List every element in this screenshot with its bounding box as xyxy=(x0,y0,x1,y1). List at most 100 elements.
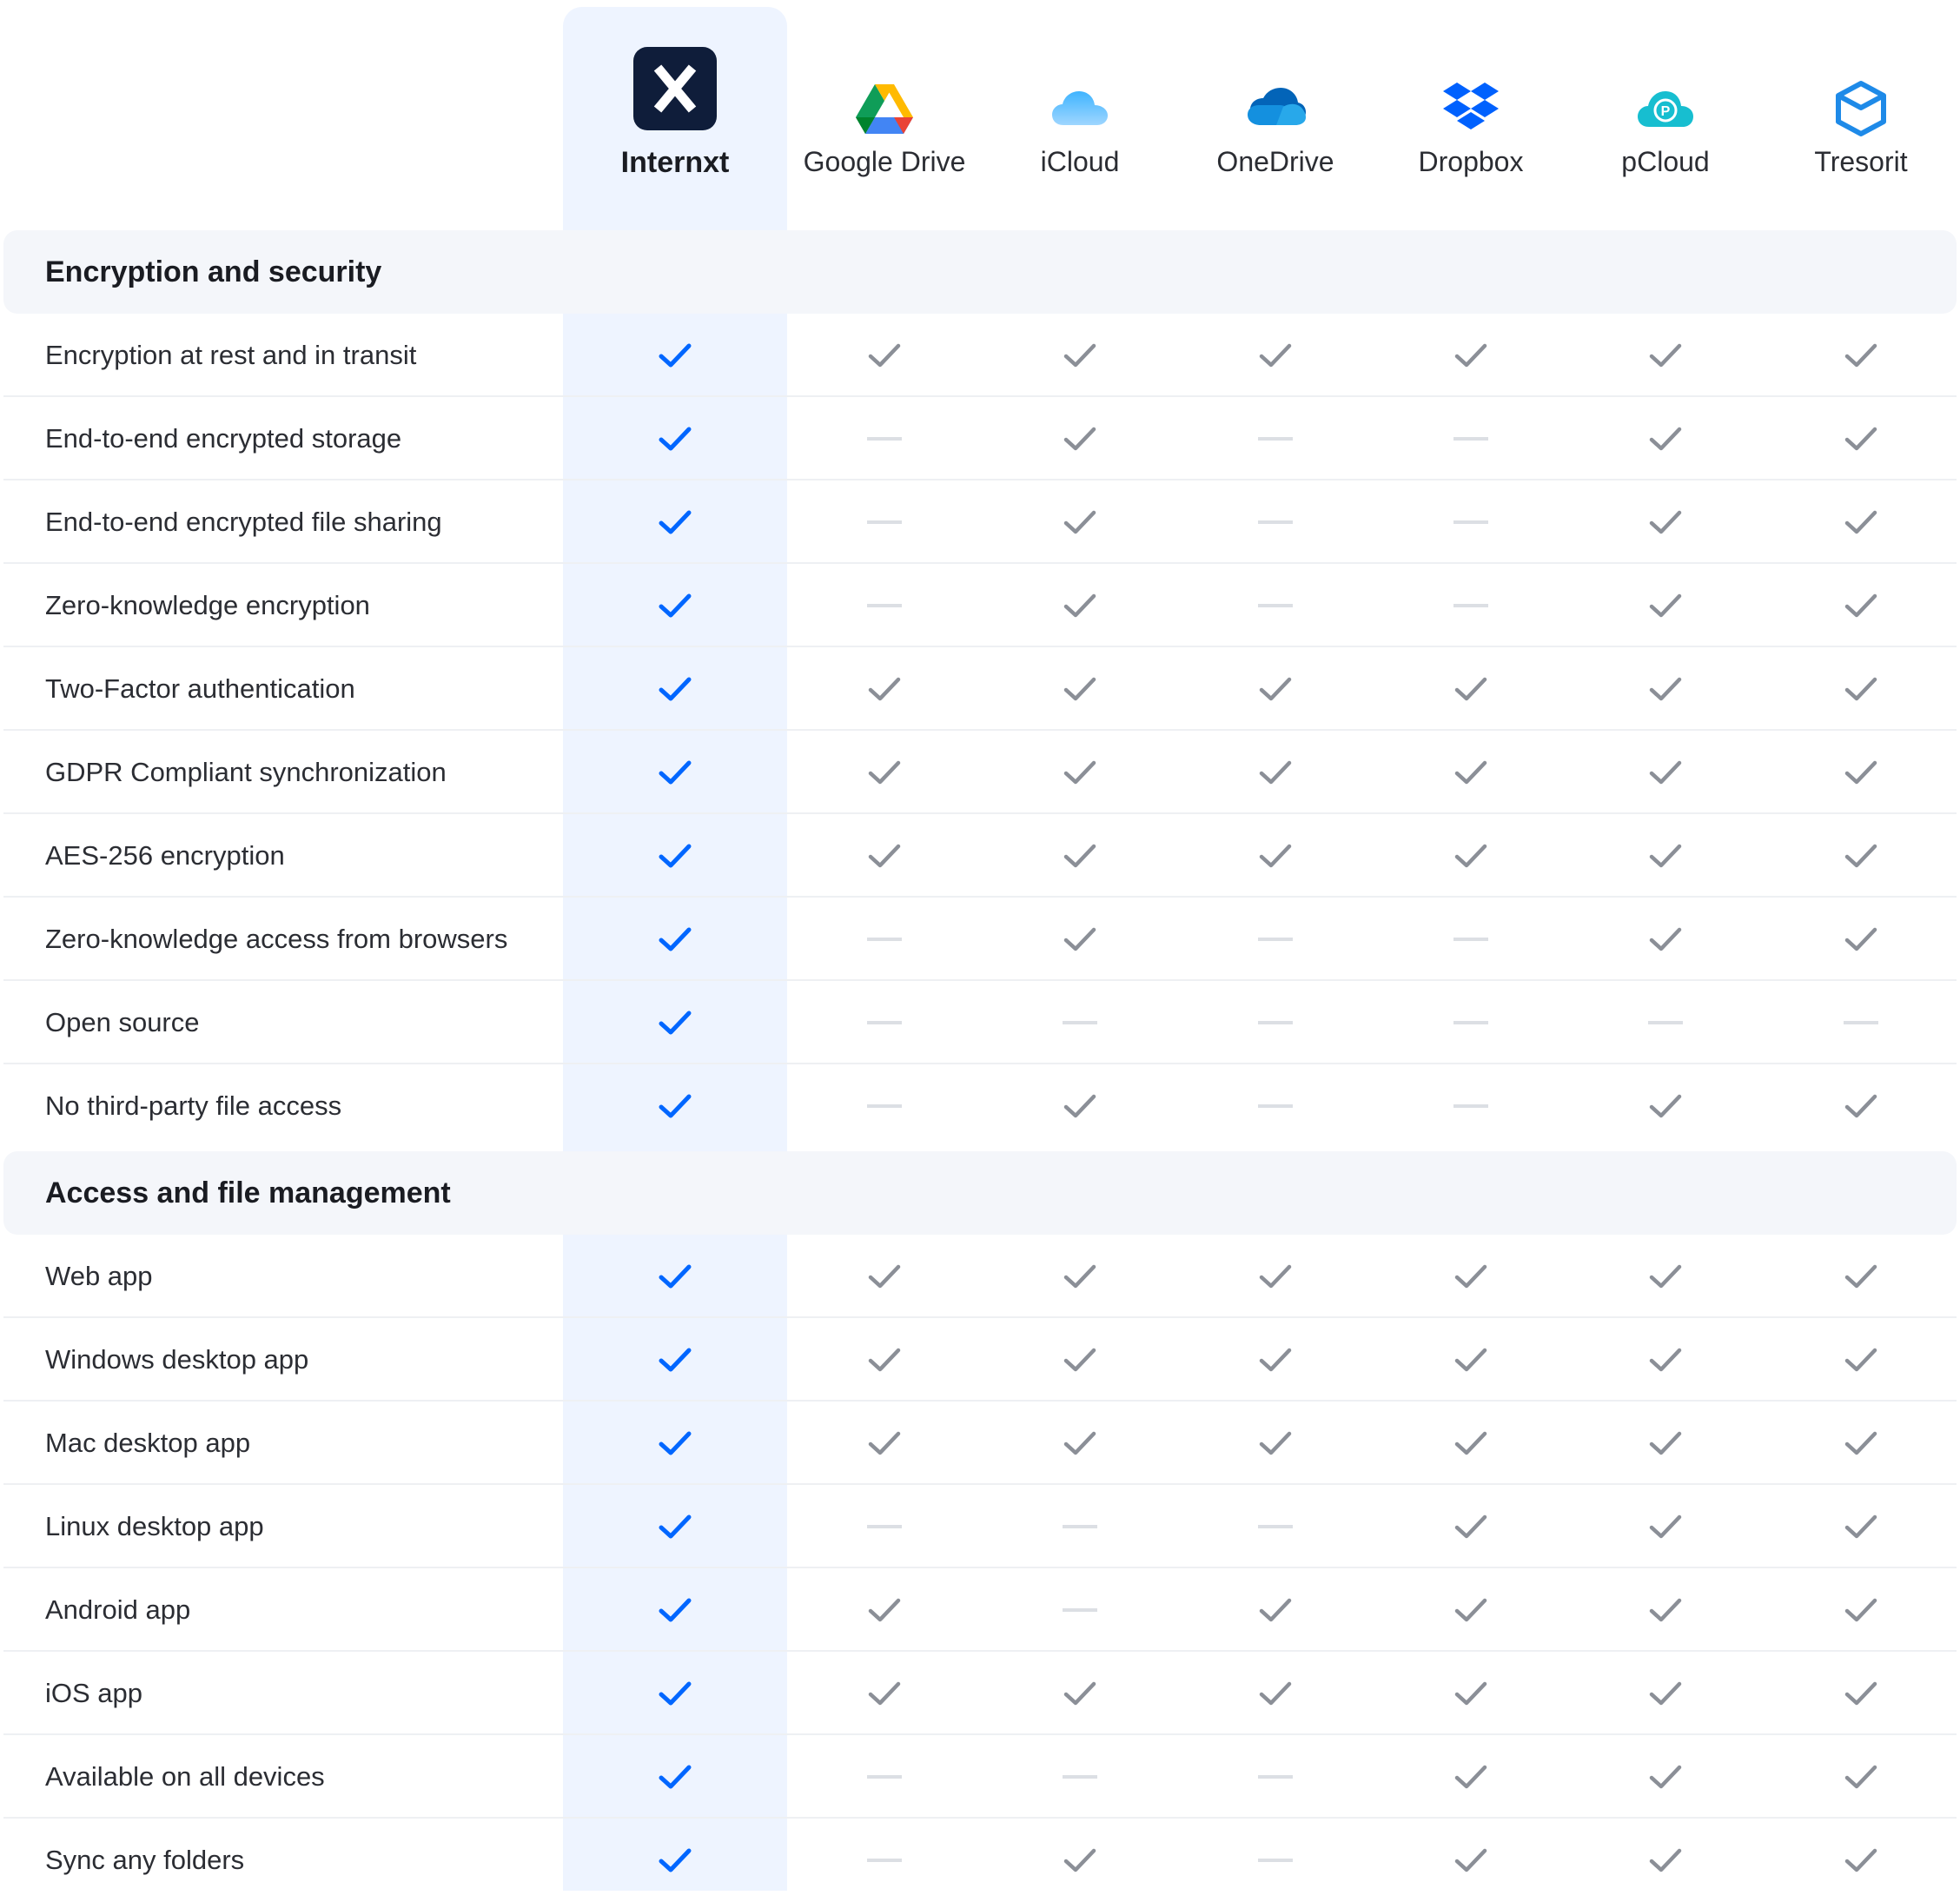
check-icon xyxy=(1063,588,1097,623)
table-row: Android app xyxy=(3,1568,1957,1652)
check-icon xyxy=(1453,1509,1488,1544)
check-icon xyxy=(1453,1259,1488,1294)
dash-icon xyxy=(1258,1089,1293,1123)
feature-label: Open source xyxy=(45,1007,200,1037)
check-icon xyxy=(1258,672,1293,706)
check-icon xyxy=(1063,1676,1097,1711)
check-icon xyxy=(1648,1426,1683,1461)
table-row: Zero-knowledge encryption xyxy=(3,564,1957,647)
dash-icon xyxy=(1258,1005,1293,1040)
check-icon xyxy=(1063,922,1097,957)
check-icon xyxy=(1453,672,1488,706)
section-header-access-and-file-management: Access and file management xyxy=(3,1151,1957,1235)
comparison-table: Internxt Google Drive iCloud OneDrive Dropbo… xyxy=(0,0,1960,1891)
check-icon xyxy=(1648,755,1683,790)
check-icon xyxy=(1063,1259,1097,1294)
feature-label: Web app xyxy=(45,1261,153,1291)
table-row: Windows desktop app xyxy=(3,1318,1957,1402)
table-row: Mac desktop app xyxy=(3,1402,1957,1485)
check-icon xyxy=(658,1342,692,1377)
check-icon xyxy=(658,1760,692,1794)
feature-label: Two-Factor authentication xyxy=(45,673,355,704)
check-icon xyxy=(658,1426,692,1461)
dash-icon xyxy=(1258,1760,1293,1794)
feature-label: Zero-knowledge encryption xyxy=(45,590,370,620)
check-icon xyxy=(867,1342,902,1377)
check-icon xyxy=(867,755,902,790)
check-icon xyxy=(1063,672,1097,706)
check-icon xyxy=(1453,1760,1488,1794)
check-icon xyxy=(1844,1509,1878,1544)
dash-icon xyxy=(867,1089,902,1123)
feature-label: Available on all devices xyxy=(45,1761,325,1792)
check-icon xyxy=(1648,588,1683,623)
table-body: Encryption and security Encryption at res… xyxy=(0,0,1960,1891)
table-row: Sync any folders xyxy=(3,1819,1957,1902)
feature-label: End-to-end encrypted file sharing xyxy=(45,507,442,537)
check-icon xyxy=(658,1593,692,1627)
check-icon xyxy=(1648,1089,1683,1123)
check-icon xyxy=(1648,1760,1683,1794)
section-title: Access and file management xyxy=(45,1176,451,1209)
table-row: Web app xyxy=(3,1235,1957,1318)
feature-label: GDPR Compliant synchronization xyxy=(45,757,447,787)
check-icon xyxy=(1844,922,1878,957)
check-icon xyxy=(658,1259,692,1294)
dash-icon xyxy=(1258,922,1293,957)
dash-icon xyxy=(1063,1005,1097,1040)
check-icon xyxy=(867,338,902,373)
dash-icon xyxy=(867,588,902,623)
section-header-encryption-and-security: Encryption and security xyxy=(3,230,1957,314)
feature-label: Windows desktop app xyxy=(45,1344,309,1375)
check-icon xyxy=(1648,505,1683,540)
check-icon xyxy=(1063,1426,1097,1461)
check-icon xyxy=(658,1676,692,1711)
dash-icon xyxy=(1453,588,1488,623)
check-icon xyxy=(1844,1593,1878,1627)
feature-label: Encryption at rest and in transit xyxy=(45,340,417,370)
check-icon xyxy=(1063,838,1097,873)
dash-icon xyxy=(1258,1509,1293,1544)
feature-label: Mac desktop app xyxy=(45,1428,251,1458)
feature-label: No third-party file access xyxy=(45,1090,342,1121)
dash-icon xyxy=(867,1509,902,1544)
check-icon xyxy=(1648,922,1683,957)
dash-icon xyxy=(1258,505,1293,540)
table-row: End-to-end encrypted file sharing xyxy=(3,480,1957,564)
table-row: GDPR Compliant synchronization xyxy=(3,731,1957,814)
check-icon xyxy=(1844,505,1878,540)
check-icon xyxy=(658,505,692,540)
dash-icon xyxy=(1453,505,1488,540)
check-icon xyxy=(1063,1843,1097,1878)
check-icon xyxy=(1844,1843,1878,1878)
check-icon xyxy=(1844,672,1878,706)
dash-icon xyxy=(1453,1005,1488,1040)
check-icon xyxy=(867,838,902,873)
dash-icon xyxy=(867,421,902,456)
feature-label: Linux desktop app xyxy=(45,1511,264,1541)
check-icon xyxy=(658,421,692,456)
check-icon xyxy=(1844,588,1878,623)
table-row: Encryption at rest and in transit xyxy=(3,314,1957,397)
dash-icon xyxy=(867,1005,902,1040)
feature-label: AES-256 encryption xyxy=(45,840,285,871)
check-icon xyxy=(1648,672,1683,706)
dash-icon xyxy=(1453,922,1488,957)
dash-icon xyxy=(1258,421,1293,456)
dash-icon xyxy=(1844,1005,1878,1040)
table-row: AES-256 encryption xyxy=(3,814,1957,898)
check-icon xyxy=(1648,1593,1683,1627)
feature-label: End-to-end encrypted storage xyxy=(45,423,402,454)
feature-label: Zero-knowledge access from browsers xyxy=(45,924,508,954)
check-icon xyxy=(1258,755,1293,790)
check-icon xyxy=(1063,1342,1097,1377)
check-icon xyxy=(658,838,692,873)
check-icon xyxy=(658,922,692,957)
dash-icon xyxy=(867,1760,902,1794)
check-icon xyxy=(1453,1342,1488,1377)
check-icon xyxy=(1648,1843,1683,1878)
check-icon xyxy=(1844,1089,1878,1123)
check-icon xyxy=(1063,505,1097,540)
dash-icon xyxy=(867,1843,902,1878)
check-icon xyxy=(1453,838,1488,873)
